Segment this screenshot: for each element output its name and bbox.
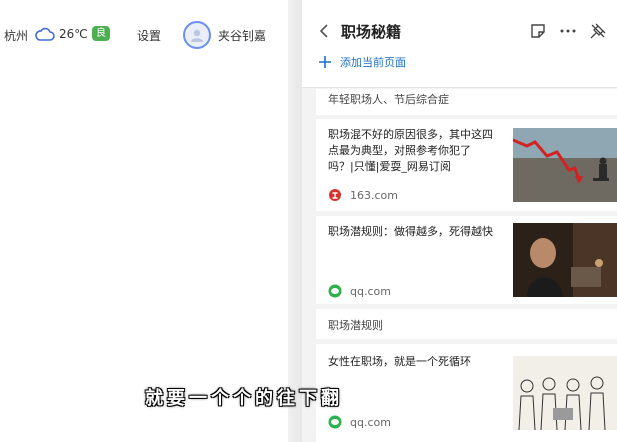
list-item[interactable]: 年轻职场人、节后综合症 [316,89,617,115]
article-thumbnail [513,223,617,297]
note-text: 职场潜规则 [328,319,383,332]
article-thumbnail [513,128,617,202]
article-source: 163.com [328,188,398,202]
netease-logo-icon [329,189,341,201]
top-info-bar: 杭州 26℃ 良 设置 夹谷钊嘉 [0,18,288,52]
avatar[interactable] [183,21,211,49]
air-quality-badge[interactable]: 良 [92,26,110,41]
collections-panel: 职场秘籍 添加当前页面 年轻职场人、节后综合症 职场混不好的原因很多，其中这四点… [302,0,617,442]
video-subtitle: 就要一个个的往下翻 [145,388,343,409]
add-current-page-label: 添加当前页面 [340,56,406,69]
settings-link[interactable]: 设置 [137,27,161,44]
user-icon [191,29,203,42]
wechat-logo-icon [328,415,342,429]
add-current-page-button[interactable]: 添加当前页面 [318,54,406,70]
more-icon[interactable] [559,22,577,40]
article-source: qq.com [328,284,391,298]
source-domain: 163.com [350,188,398,202]
username-label[interactable]: 夹谷钊嘉 [218,27,266,44]
article-thumbnail [513,356,617,430]
note-text: 年轻职场人、节后综合症 [328,93,449,106]
page-title: 职场秘籍 [341,23,402,41]
source-domain: qq.com [350,284,391,298]
article-source: qq.com [328,415,391,429]
plus-icon [319,56,331,68]
article-title: 女性在职场，就是一个死循环 [328,355,471,368]
cloudy-weather-icon[interactable] [35,26,55,42]
article-title: 职场潜规则：做得越多，死得越快 [328,225,493,238]
pin-icon[interactable] [589,22,607,40]
article-card[interactable]: 职场潜规则：做得越多，死得越快 qq.com [316,216,617,304]
panel-header: 职场秘籍 添加当前页面 [302,0,617,88]
wechat-logo-icon [328,284,342,298]
list-item[interactable]: 职场潜规则 [316,309,617,339]
article-card[interactable]: 女性在职场，就是一个死循环 qq.com [316,344,617,442]
city-label[interactable]: 杭州 [4,27,28,44]
temperature-label[interactable]: 26℃ [59,27,88,41]
article-title: 职场混不好的原因很多，其中这四点最为典型，对照参考你犯了吗？|只懂|爱耍_网易订… [328,128,493,173]
source-domain: qq.com [350,415,391,429]
note-icon[interactable] [529,22,547,40]
browser-content-area: 杭州 26℃ 良 设置 夹谷钊嘉 [0,0,288,442]
article-card[interactable]: 职场混不好的原因很多，其中这四点最为典型，对照参考你犯了吗？|只懂|爱耍_网易订… [316,119,617,211]
back-icon[interactable] [318,22,330,40]
